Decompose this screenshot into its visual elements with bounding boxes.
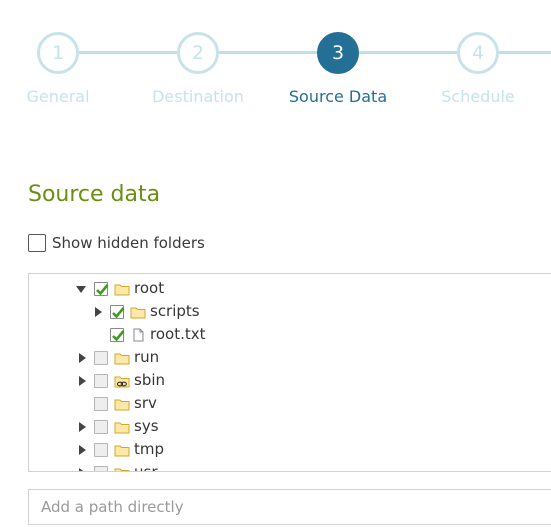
tree-item-sys[interactable]: sys: [29, 416, 551, 439]
root-txt-checkbox[interactable]: [110, 328, 125, 342]
tree-item-tmp[interactable]: tmp: [29, 439, 551, 462]
scripts-checkbox[interactable]: [110, 305, 125, 319]
usr-checkbox[interactable]: [94, 466, 108, 471]
tree-item-label[interactable]: sbin: [134, 371, 165, 389]
step-2-circle[interactable]: 2: [177, 32, 219, 74]
tmp-checkbox[interactable]: [94, 443, 108, 457]
section-title: Source data: [28, 182, 161, 207]
step-3-label[interactable]: Source Data: [263, 87, 413, 106]
folder-icon: [130, 307, 146, 319]
source-folder-tree[interactable]: root scripts root.txt run sbin srv sys t…: [28, 273, 551, 472]
tree-item-usr[interactable]: usr: [29, 462, 551, 471]
add-path-input[interactable]: [28, 489, 551, 525]
srv-checkbox[interactable]: [94, 397, 108, 411]
tree-item-label[interactable]: root.txt: [150, 325, 205, 343]
step-3-circle[interactable]: 3: [317, 32, 359, 74]
expand-arrow-icon[interactable]: [91, 305, 105, 319]
tree-item-label[interactable]: srv: [134, 394, 157, 412]
show-hidden-folders-toggle[interactable]: Show hidden folders: [28, 232, 205, 254]
collapse-arrow-icon[interactable]: [74, 282, 88, 296]
show-hidden-folders-label[interactable]: Show hidden folders: [52, 234, 205, 252]
folder-icon: [114, 399, 130, 411]
folder-icon: [114, 468, 130, 471]
step-connector: [79, 51, 177, 54]
folder-link-icon: [114, 376, 130, 388]
folder-icon: [114, 445, 130, 457]
expand-arrow-icon[interactable]: [75, 420, 89, 434]
run-checkbox[interactable]: [94, 351, 108, 365]
expand-arrow-icon[interactable]: [75, 374, 89, 388]
tree-item-scripts[interactable]: scripts: [29, 301, 551, 324]
tree-item-label[interactable]: tmp: [134, 440, 164, 458]
folder-icon: [114, 284, 130, 296]
expand-arrow-icon[interactable]: [75, 443, 89, 457]
step-1-label[interactable]: General: [0, 87, 133, 106]
step-1-circle[interactable]: 1: [37, 32, 79, 74]
folder-icon: [114, 353, 130, 365]
wizard-stepper: 1 2 3 4 General Destination Source Data …: [0, 0, 551, 120]
root-checkbox[interactable]: [94, 282, 109, 296]
tree-item-label[interactable]: root: [134, 279, 164, 297]
step-connector: [499, 51, 551, 54]
tree-item-run[interactable]: run: [29, 347, 551, 370]
tree-item-sbin[interactable]: sbin: [29, 370, 551, 393]
tree-item-label[interactable]: scripts: [150, 302, 200, 320]
file-icon: [133, 328, 144, 342]
show-hidden-folders-checkbox[interactable]: [28, 234, 46, 252]
step-connector: [219, 51, 317, 54]
tree-item-label[interactable]: sys: [134, 417, 159, 435]
step-connector: [359, 51, 457, 54]
sys-checkbox[interactable]: [94, 420, 108, 434]
expand-arrow-icon[interactable]: [75, 466, 89, 471]
step-4-label[interactable]: Schedule: [403, 87, 551, 106]
step-4-circle[interactable]: 4: [457, 32, 499, 74]
tree-item-label[interactable]: usr: [134, 463, 158, 471]
tree-item-root-txt[interactable]: root.txt: [29, 324, 551, 347]
expand-arrow-icon[interactable]: [75, 351, 89, 365]
sbin-checkbox[interactable]: [94, 374, 108, 388]
tree-item-root[interactable]: root: [29, 278, 551, 301]
tree-item-label[interactable]: run: [134, 348, 159, 366]
tree-item-srv[interactable]: srv: [29, 393, 551, 416]
folder-icon: [114, 422, 130, 434]
step-2-label[interactable]: Destination: [123, 87, 273, 106]
